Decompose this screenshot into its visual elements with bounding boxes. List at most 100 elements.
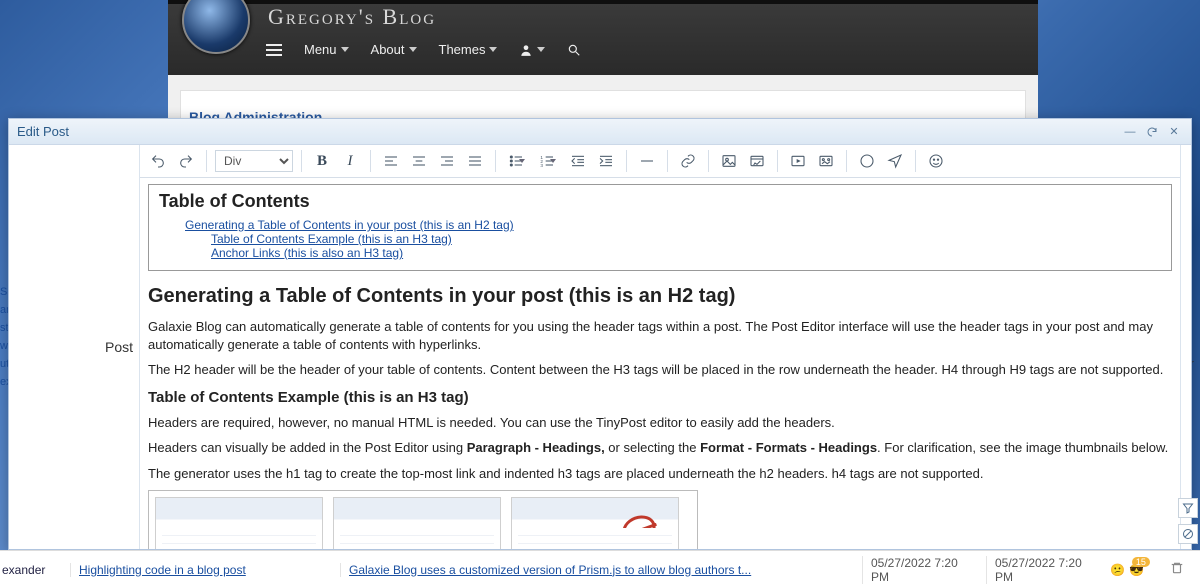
site-logo[interactable] — [182, 0, 250, 54]
thumbnail-1[interactable]: Heading 1Heading 2 — [155, 497, 323, 549]
no-icon — [1182, 528, 1194, 540]
media-icon — [749, 153, 765, 169]
toc-link-1[interactable]: Generating a Table of Contents in your p… — [185, 218, 1161, 232]
image-button[interactable] — [717, 149, 741, 173]
reaction-cool-icon[interactable]: 😎15 — [1129, 563, 1144, 577]
align-left-button[interactable] — [379, 149, 403, 173]
video-icon — [790, 153, 806, 169]
chevron-down-icon — [489, 47, 497, 52]
content-h2-1: Generating a Table of Contents in your p… — [148, 285, 1172, 308]
format-select[interactable]: Div — [215, 150, 293, 172]
undo-icon — [150, 153, 166, 169]
title-cell[interactable]: Highlighting code in a blog post — [70, 563, 340, 577]
number-list-button[interactable]: 123 — [535, 149, 559, 173]
funnel-icon — [1182, 502, 1194, 514]
thumbnail-3[interactable] — [511, 497, 679, 549]
hr-icon — [639, 153, 655, 169]
indent-button[interactable] — [594, 149, 618, 173]
content-p5: The generator uses the h1 tag to create … — [148, 465, 1172, 483]
bold-icon: B — [317, 153, 327, 170]
clear-filter-button[interactable] — [1178, 524, 1198, 544]
toc-link-3[interactable]: Anchor Links (this is also an H3 tag) — [211, 246, 1161, 260]
nav-search[interactable] — [567, 43, 581, 57]
thumbnail-row: Heading 1Heading 2 Heading 1Heading 2 — [148, 490, 698, 549]
reaction-confused-icon[interactable]: 😕 — [1110, 563, 1125, 577]
nav-menu[interactable]: Menu — [304, 42, 349, 57]
align-right-icon — [439, 153, 455, 169]
gallery-icon — [818, 153, 834, 169]
nav-about-label: About — [371, 42, 405, 57]
nav-about[interactable]: About — [371, 42, 417, 57]
align-right-button[interactable] — [435, 149, 459, 173]
toc-link-2[interactable]: Table of Contents Example (this is an H3… — [211, 232, 1161, 246]
toc-box: Table of Contents Generating a Table of … — [148, 184, 1172, 271]
minimize-button[interactable]: — — [1121, 123, 1139, 141]
toc-title: Table of Contents — [159, 191, 1161, 212]
nav-menu-label: Menu — [304, 42, 337, 57]
location-button[interactable] — [883, 149, 907, 173]
outdent-button[interactable] — [566, 149, 590, 173]
nav-themes-label: Themes — [439, 42, 486, 57]
badge-count: 15 — [1132, 557, 1150, 567]
date1-cell: 05/27/2022 7:20 PM — [862, 556, 986, 584]
italic-icon: I — [348, 153, 353, 170]
editor-toolbar: Div B I 123 — [140, 145, 1180, 178]
indent-icon — [598, 153, 614, 169]
date2-cell: 05/27/2022 7:20 PM — [986, 556, 1110, 584]
redo-button[interactable] — [174, 149, 198, 173]
italic-button[interactable]: I — [338, 149, 362, 173]
redo-icon — [178, 153, 194, 169]
image-icon — [721, 153, 737, 169]
site-title: Gregory's Blog — [268, 4, 436, 30]
link-icon — [680, 153, 696, 169]
content-p2: The H2 header will be the header of your… — [148, 361, 1172, 379]
emoji-button[interactable] — [924, 149, 948, 173]
grid-row[interactable]: exander Highlighting code in a blog post… — [0, 550, 1200, 588]
hamburger-icon — [266, 44, 282, 56]
content-p3: Headers are required, however, no manual… — [148, 414, 1172, 432]
number-list-icon: 123 — [539, 153, 555, 169]
align-center-button[interactable] — [407, 149, 431, 173]
search-icon — [567, 43, 581, 57]
user-icon — [519, 43, 533, 57]
bullet-list-button[interactable] — [504, 149, 528, 173]
emoji-icon — [928, 153, 944, 169]
edit-post-dialog: Edit Post — ✕ Post Div B I — [8, 118, 1192, 550]
globe-button[interactable] — [855, 149, 879, 173]
bold-button[interactable]: B — [310, 149, 334, 173]
close-button[interactable]: ✕ — [1165, 123, 1183, 141]
filter-button[interactable] — [1178, 498, 1198, 518]
nav-user[interactable] — [519, 43, 545, 57]
location-icon — [887, 153, 903, 169]
align-center-icon — [411, 153, 427, 169]
undo-button[interactable] — [146, 149, 170, 173]
content-h3-1: Table of Contents Example (this is an H3… — [148, 389, 1172, 406]
not-allowed-icon — [619, 511, 660, 547]
video-button[interactable] — [786, 149, 810, 173]
align-justify-icon — [467, 153, 483, 169]
media-button[interactable] — [745, 149, 769, 173]
align-left-icon — [383, 153, 399, 169]
dialog-title: Edit Post — [17, 124, 1117, 139]
nav-hamburger[interactable] — [266, 44, 282, 56]
gallery-button[interactable] — [814, 149, 838, 173]
content-p4: Headers can visually be added in the Pos… — [148, 439, 1172, 457]
editor-content[interactable]: Table of Contents Generating a Table of … — [140, 178, 1180, 549]
field-label-post: Post — [105, 339, 133, 355]
thumbnail-2[interactable]: Heading 1Heading 2 — [333, 497, 501, 549]
nav-themes[interactable]: Themes — [439, 42, 498, 57]
trash-icon — [1170, 561, 1184, 575]
globe-icon — [859, 153, 875, 169]
align-justify-button[interactable] — [463, 149, 487, 173]
refresh-button[interactable] — [1143, 123, 1161, 141]
content-p1: Galaxie Blog can automatically generate … — [148, 318, 1172, 353]
link-button[interactable] — [676, 149, 700, 173]
outdent-icon — [570, 153, 586, 169]
bullet-list-icon — [508, 153, 524, 169]
refresh-icon — [1146, 126, 1158, 138]
hr-button[interactable] — [635, 149, 659, 173]
delete-button[interactable] — [1170, 561, 1200, 578]
chevron-down-icon — [409, 47, 417, 52]
desc-cell[interactable]: Galaxie Blog uses a customized version o… — [340, 563, 862, 577]
svg-text:3: 3 — [540, 163, 543, 168]
